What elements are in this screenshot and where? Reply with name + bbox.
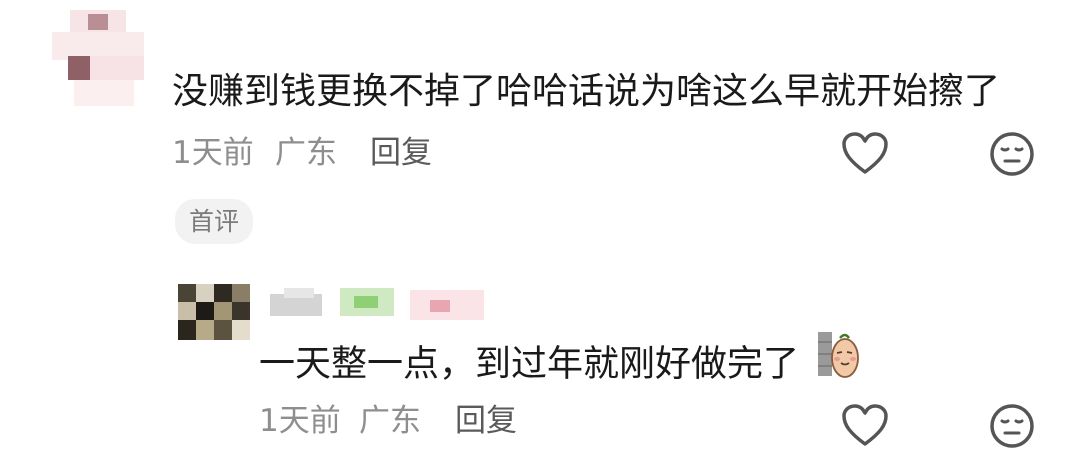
avatar[interactable] (52, 10, 144, 106)
heart-icon (842, 132, 888, 174)
comment-location: 广东 (275, 135, 337, 171)
dislike-button[interactable] (988, 130, 1036, 178)
neutral-face-icon (990, 132, 1034, 176)
comment-item: 没赚到钱更换不掉了哈哈话说为啥这么早就开始擦了 1天前 广东 回复 首评 (0, 0, 1080, 260)
avatar[interactable] (178, 284, 250, 340)
dislike-button[interactable] (988, 402, 1036, 450)
reply-text: 一天整一点，到过年就刚好做完了 (259, 332, 862, 387)
first-comment-badge: 首评 (175, 199, 254, 244)
heart-icon (842, 404, 888, 446)
reply-button[interactable]: 回复 (370, 138, 432, 169)
like-button[interactable] (840, 402, 890, 448)
username[interactable] (270, 286, 490, 322)
reply-item: 一天整一点，到过年就刚好做完了 1天前 广东 回复 (0, 270, 1080, 464)
comment-text: 没赚到钱更换不掉了哈哈话说为啥这么早就开始擦了 (172, 71, 1001, 112)
comment-time: 1天前 (172, 135, 254, 171)
peanut-sticker-emoji (816, 330, 862, 387)
reply-button[interactable]: 回复 (455, 406, 517, 437)
neutral-face-icon (990, 404, 1034, 448)
reply-location: 广东 (359, 403, 421, 439)
like-button[interactable] (840, 130, 890, 176)
reply-time: 1天前 (259, 403, 341, 439)
